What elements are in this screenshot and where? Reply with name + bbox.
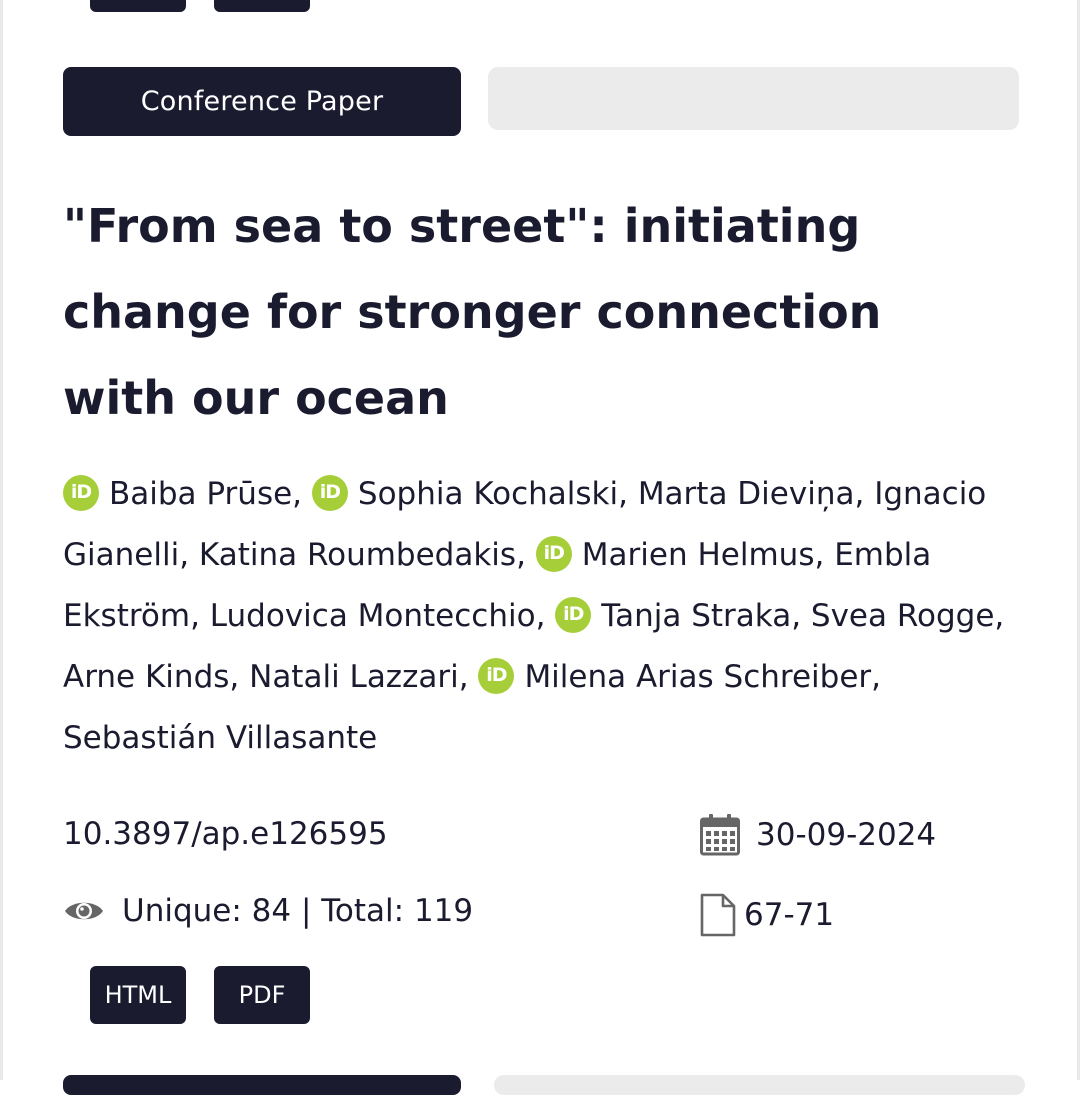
orcid-icon[interactable]: iD [535,535,572,572]
pdf-button[interactable]: PDF [214,966,310,1024]
orcid-icon[interactable]: iD [555,596,592,633]
author-list: iD Baiba Prūse, iD Sophia Kochalski, Marta… [63,474,1005,756]
author-name: Katina Roumbedakis [198,537,517,573]
eye-icon [65,902,103,920]
html-button[interactable]: HTML [90,966,186,1024]
author-name: Marien Helmus [581,537,815,573]
publication-date: 30-09-2024 [700,814,936,856]
orcid-icon[interactable]: iD [478,657,515,694]
author-name: Ludovica Montecchio [209,598,536,634]
author-name: Svea Rogge [810,598,995,634]
view-stats-text: Unique: 84 | Total: 119 [122,893,474,929]
author-name: Arne Kinds [63,659,230,695]
author-name: Tanja Straka [601,598,792,634]
placeholder-bar [488,67,1019,130]
previous-html-button[interactable] [90,0,186,12]
page-range: 67-71 [700,893,834,937]
author-name: Natali Lazzari [249,659,459,695]
next-placeholder-bar [494,1075,1025,1095]
author-name: Milena Arias Schreiber [524,659,872,695]
date-text: 30-09-2024 [756,817,937,853]
pages-text: 67-71 [744,897,835,933]
previous-pdf-button[interactable] [214,0,310,12]
author-name: Sophia Kochalski [357,476,619,512]
article-title[interactable]: "From sea to street": initiating change … [63,183,883,441]
orcid-icon[interactable]: iD [311,474,348,511]
author-name: Baiba Prūse [109,476,293,512]
orcid-icon[interactable]: iD [63,474,99,511]
view-stats: Unique: 84 | Total: 119 [63,893,473,929]
author-name: Sebastián Villasante [63,720,378,756]
page-edge-left [0,0,3,1080]
file-icon [700,893,736,937]
author-name: Marta Dieviņa [637,476,855,512]
doi-link[interactable]: 10.3897/ap.e126595 [63,816,388,852]
doi-text[interactable]: 10.3897/ap.e126595 [63,816,388,852]
calendar-icon [700,814,740,856]
next-type-badge [63,1075,461,1095]
article-type-badge: Conference Paper [63,67,461,136]
